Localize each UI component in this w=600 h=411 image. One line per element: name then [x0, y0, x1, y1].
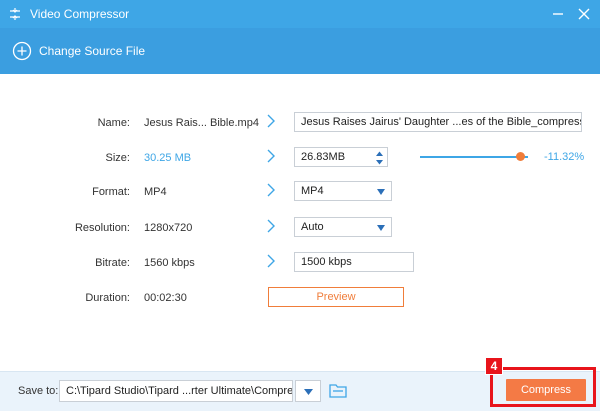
- change-source-label: Change Source File: [39, 44, 146, 58]
- source-format-value: MP4: [144, 186, 167, 198]
- bitrate-input[interactable]: 1500 kbps: [294, 252, 414, 272]
- format-selected-text: MP4: [301, 185, 324, 197]
- step-badge: 4: [485, 357, 503, 375]
- save-to-label: Save to:: [18, 385, 59, 397]
- dropdown-arrow-icon: [304, 389, 313, 395]
- folder-icon[interactable]: [329, 382, 347, 398]
- size-slider-handle[interactable]: [516, 152, 525, 161]
- source-bitrate-value: 1560 kbps: [144, 257, 195, 269]
- format-label: Format:: [92, 186, 130, 198]
- format-select[interactable]: MP4: [294, 181, 392, 201]
- chevron-down-icon[interactable]: [375, 159, 384, 166]
- close-icon[interactable]: [575, 5, 593, 23]
- title-bar: Video Compressor: [0, 0, 600, 28]
- size-slider-track[interactable]: [420, 156, 528, 158]
- dropdown-arrow-icon: [377, 189, 385, 195]
- compress-button[interactable]: Compress: [506, 379, 586, 401]
- save-path-dropdown[interactable]: [295, 380, 321, 402]
- chevron-right-icon: [267, 183, 275, 197]
- bitrate-label: Bitrate:: [95, 257, 130, 269]
- bitrate-text: 1500 kbps: [301, 256, 352, 268]
- size-change-percent: -11.32%: [544, 151, 585, 163]
- source-duration-value: 00:02:30: [144, 292, 187, 304]
- chevron-right-icon: [267, 254, 275, 268]
- chevron-right-icon: [267, 219, 275, 233]
- output-name-field[interactable]: Jesus Raises Jairus' Daughter ...es of t…: [294, 112, 582, 132]
- compress-icon: [10, 8, 20, 20]
- duration-label: Duration:: [85, 292, 130, 304]
- window-title: Video Compressor: [30, 7, 130, 21]
- output-size-stepper[interactable]: 26.83MB: [294, 147, 388, 167]
- dropdown-arrow-icon: [377, 225, 385, 231]
- output-size-text: 26.83MB: [301, 151, 346, 163]
- resolution-selected-text: Auto: [301, 221, 324, 233]
- source-name-value: Jesus Rais... Bible.mp4: [144, 117, 259, 129]
- chevron-right-icon: [267, 149, 275, 163]
- toolbar: Change Source File: [0, 28, 600, 74]
- plus-circle-icon: [12, 41, 32, 61]
- change-source-file-button[interactable]: Change Source File: [12, 40, 145, 62]
- chevron-up-icon[interactable]: [375, 150, 384, 157]
- name-label: Name:: [97, 117, 130, 129]
- resolution-label: Resolution:: [74, 222, 130, 234]
- minimize-icon[interactable]: [549, 5, 567, 23]
- preview-button[interactable]: Preview: [268, 287, 404, 307]
- chevron-right-icon: [267, 114, 275, 128]
- source-size-value: 30.25 MB: [144, 152, 192, 164]
- save-path-text: C:\Tipard Studio\Tipard ...rter Ultimate…: [66, 385, 293, 397]
- source-resolution-value: 1280x720: [144, 222, 193, 234]
- size-label: Size:: [105, 152, 130, 164]
- resolution-select[interactable]: Auto: [294, 217, 392, 237]
- save-path-field[interactable]: C:\Tipard Studio\Tipard ...rter Ultimate…: [59, 380, 293, 402]
- output-name-text: Jesus Raises Jairus' Daughter ...es of t…: [301, 116, 581, 128]
